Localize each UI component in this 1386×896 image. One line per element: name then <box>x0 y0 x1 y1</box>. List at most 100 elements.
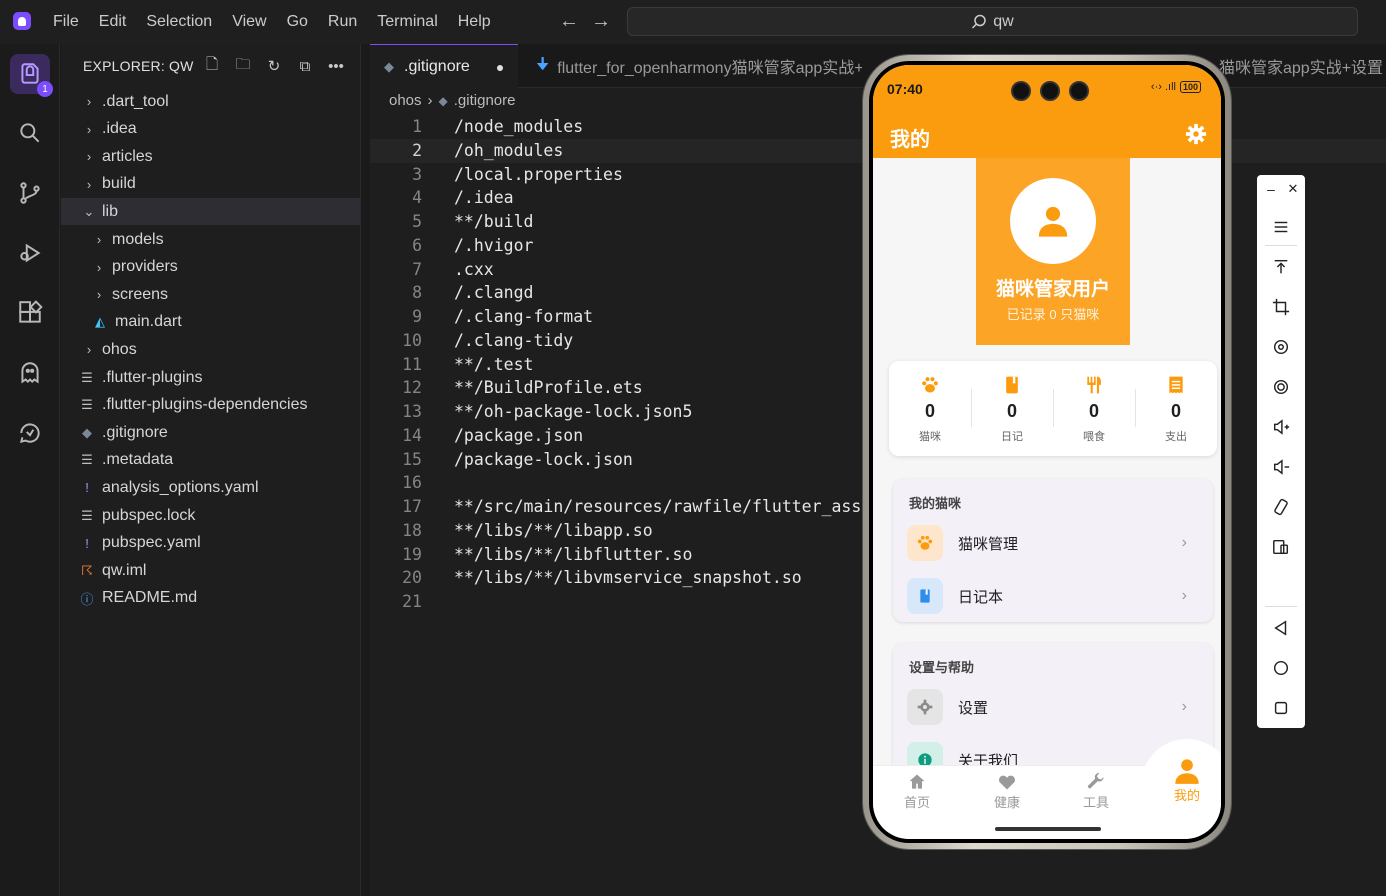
menu-selection[interactable]: Selection <box>135 0 221 44</box>
screen-record-icon[interactable] <box>1271 377 1291 397</box>
new-file-icon[interactable]: 🗋 <box>202 56 222 76</box>
more-icon[interactable]: ••• <box>326 56 346 76</box>
chevron-right-icon[interactable]: › <box>83 122 95 137</box>
line-number: 5 <box>412 212 422 231</box>
avatar[interactable] <box>1010 178 1096 264</box>
file-item[interactable]: ☈ qw.iml <box>61 557 360 584</box>
explorer-icon[interactable]: 1 <box>10 54 53 97</box>
multi-screen-icon[interactable] <box>1271 537 1291 557</box>
tree-item-label: models <box>112 230 164 248</box>
tree-item-label: pubspec.yaml <box>102 534 201 552</box>
menu-terminal[interactable]: Terminal <box>366 0 446 44</box>
folder-item[interactable]: › providers <box>61 254 360 281</box>
file-item[interactable]: ⓘ README.md <box>61 585 360 612</box>
back-triangle-icon[interactable] <box>1271 618 1291 638</box>
folder-item[interactable]: › .dart_tool <box>61 88 360 115</box>
tree-item-label: analysis_options.yaml <box>102 478 259 496</box>
tree-item-label: lib <box>102 202 119 220</box>
chevron-right-icon[interactable]: › <box>83 149 95 164</box>
cat-management-item[interactable]: 猫咪管理 › <box>893 519 1213 567</box>
menu-icon[interactable] <box>1271 217 1291 237</box>
extensions-icon[interactable] <box>16 299 44 327</box>
stat-diary[interactable]: 0 日记 <box>971 361 1053 456</box>
user-subtitle: 已记录 0 只猫咪 <box>1006 307 1100 322</box>
home-circle-icon[interactable] <box>1271 658 1291 678</box>
menu-file[interactable]: File <box>42 0 88 44</box>
rotate-device-icon[interactable] <box>1271 497 1291 517</box>
stat-expense[interactable]: 0 支出 <box>1135 361 1217 456</box>
file-item[interactable]: ! pubspec.yaml <box>61 530 360 557</box>
close-icon[interactable]: ✕ <box>1283 179 1303 199</box>
pin-top-icon[interactable] <box>1271 257 1291 277</box>
diary-item[interactable]: 日记本 › <box>893 572 1213 620</box>
search-view-icon[interactable] <box>16 119 44 147</box>
user-name: 猫咪管家用户 <box>995 279 1110 300</box>
run-debug-icon[interactable] <box>16 239 44 267</box>
stat-feeding[interactable]: 0 喂食 <box>1053 361 1135 456</box>
chevron-right-icon[interactable]: › <box>83 342 95 357</box>
menu-help[interactable]: Help <box>447 0 500 44</box>
assistant-icon[interactable] <box>16 419 44 447</box>
folder-item[interactable]: › articles <box>61 143 360 170</box>
breadcrumb-folder[interactable]: ohos <box>389 92 422 109</box>
menu-go[interactable]: Go <box>276 0 317 44</box>
stat-cats[interactable]: 0 猫咪 <box>889 361 971 456</box>
folder-item[interactable]: › ohos <box>61 336 360 363</box>
menu-view[interactable]: View <box>221 0 275 44</box>
volume-up-icon[interactable] <box>1271 417 1291 437</box>
ghost-icon[interactable] <box>16 359 44 387</box>
line-number: 9 <box>412 307 422 326</box>
chevron-right-icon[interactable]: › <box>93 232 105 247</box>
file-item[interactable]: ☰ pubspec.lock <box>61 502 360 529</box>
profile-card[interactable]: 猫咪管家用户 已记录 0 只猫咪 <box>976 158 1130 345</box>
refresh-icon[interactable]: ↻ <box>264 56 284 76</box>
forward-arrow-icon[interactable]: → <box>591 10 611 33</box>
tab-gitignore[interactable]: ◆ .gitignore ● <box>370 44 518 88</box>
rotate-icon[interactable] <box>1271 337 1291 357</box>
file-item[interactable]: ◭ main.dart <box>61 309 360 336</box>
folder-item[interactable]: › screens <box>61 281 360 308</box>
collapse-all-icon[interactable]: ⧉ <box>295 56 315 76</box>
nav-home[interactable]: 首页 <box>887 772 947 811</box>
chevron-down-icon[interactable]: ⌄ <box>83 204 95 220</box>
breadcrumb: ohos › ◆ .gitignore <box>389 92 515 109</box>
line-number: 20 <box>402 568 422 588</box>
folder-item[interactable]: › build <box>61 171 360 198</box>
chevron-right-icon[interactable]: › <box>83 94 95 109</box>
git-file-icon: ◆ <box>384 58 394 74</box>
menu-run[interactable]: Run <box>317 0 366 44</box>
file-item[interactable]: ☰ .metadata <box>61 447 360 474</box>
my-cats-section: 我的猫咪 猫咪管理 › 日记本 › <box>893 479 1213 622</box>
folder-item[interactable]: › .idea <box>61 116 360 143</box>
file-item[interactable]: ☰ .flutter-plugins-dependencies <box>61 392 360 419</box>
crop-icon[interactable] <box>1271 297 1291 317</box>
folder-item[interactable]: ⌄ lib <box>61 198 360 226</box>
settings-item[interactable]: 设置 › <box>893 683 1213 731</box>
settings-gear-icon[interactable] <box>1185 123 1207 145</box>
file-item[interactable]: ☰ .flutter-plugins <box>61 364 360 391</box>
new-folder-icon[interactable]: 🗀 <box>233 56 253 76</box>
code-text: /package.json <box>454 425 584 445</box>
nav-health[interactable]: 健康 <box>977 772 1037 811</box>
nav-tools[interactable]: 工具 <box>1066 772 1126 811</box>
chevron-right-icon[interactable]: › <box>93 287 105 302</box>
chevron-right-icon[interactable]: › <box>93 260 105 275</box>
breadcrumb-file[interactable]: .gitignore <box>454 92 516 109</box>
command-search-box[interactable]: qw <box>627 7 1358 36</box>
chevron-right-icon[interactable]: › <box>83 177 95 192</box>
back-arrow-icon[interactable]: ← <box>559 10 579 33</box>
folder-item[interactable]: › models <box>61 226 360 253</box>
file-lines-icon: ☰ <box>81 507 93 523</box>
tab-article-2[interactable]: 猫咪管家app实战+设置 <box>1205 44 1386 88</box>
recents-square-icon[interactable] <box>1271 698 1291 718</box>
nav-mine[interactable]: 我的 <box>1157 757 1217 804</box>
file-item[interactable]: ! analysis_options.yaml <box>61 474 360 501</box>
tree-item-label: screens <box>112 285 169 303</box>
menu-edit[interactable]: Edit <box>88 0 136 44</box>
source-control-icon[interactable] <box>16 179 44 207</box>
volume-down-icon[interactable] <box>1271 457 1291 477</box>
tab-article[interactable]: 🠋 flutter_for_openharmony猫咪管家app实战+设 <box>522 44 862 88</box>
file-item[interactable]: ◆ .gitignore <box>61 419 360 446</box>
minimize-icon[interactable]: – <box>1261 179 1281 199</box>
unsaved-dot-icon[interactable]: ● <box>496 59 504 75</box>
